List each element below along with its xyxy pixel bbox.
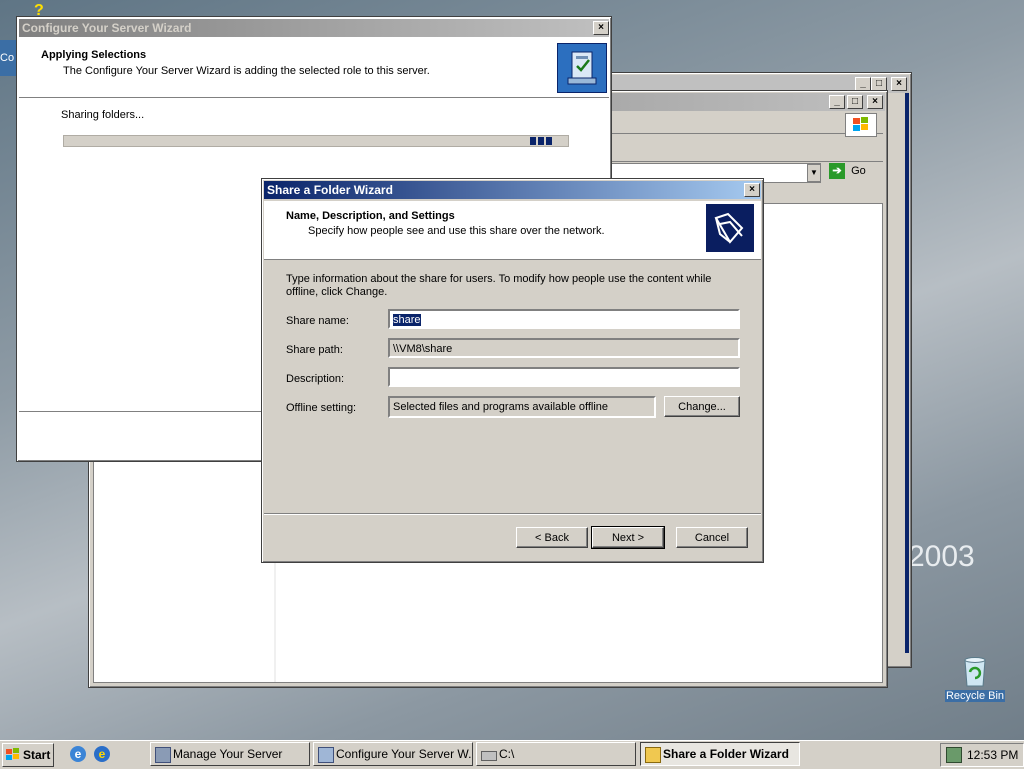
go-label: Go [851, 165, 866, 177]
address-dropdown-icon[interactable]: ▼ [807, 164, 821, 182]
start-button[interactable]: Start [2, 743, 54, 767]
taskbar-item-label: C:\ [499, 747, 515, 761]
share-name-value: share [393, 314, 421, 326]
share-wizard-subheading: Specify how people see and use this shar… [308, 225, 605, 237]
quick-launch-ie-icon[interactable]: e [70, 746, 86, 762]
back-button[interactable]: < Back [516, 527, 588, 548]
go-button[interactable]: ➔ Go [829, 163, 869, 181]
desktop-icon-fragment-label: Co [0, 52, 15, 64]
explorer-back-blue-panel [905, 93, 909, 653]
offline-setting-field: Selected files and programs available of… [388, 396, 656, 418]
share-wizard-title: Share a Folder Wizard [267, 183, 393, 197]
close-icon[interactable]: × [593, 21, 609, 35]
close-icon[interactable]: × [891, 77, 907, 91]
configure-wizard-header: Applying Selections The Configure Your S… [19, 39, 609, 98]
folder-share-icon [645, 747, 661, 763]
start-label: Start [23, 748, 51, 762]
configure-wizard-titlebar[interactable]: Configure Your Server Wizard [19, 19, 609, 37]
go-arrow-icon: ➔ [829, 163, 845, 179]
server-icon [155, 747, 171, 763]
description-input[interactable] [388, 367, 740, 387]
taskbar-item-share-wizard[interactable]: Share a Folder Wizard [640, 742, 800, 766]
offline-setting-label: Offline setting: [286, 402, 357, 414]
desktop-watermark: 2003 [908, 540, 975, 573]
close-icon[interactable]: × [867, 95, 883, 109]
share-wizard-window[interactable]: Share a Folder Wizard × Name, Descriptio… [261, 178, 764, 563]
taskbar-item-label: Configure Your Server W... [336, 747, 473, 761]
configure-wizard-title: Configure Your Server Wizard [22, 21, 192, 35]
change-button[interactable]: Change... [664, 396, 740, 417]
description-label: Description: [286, 373, 345, 385]
network-icon[interactable] [946, 747, 962, 763]
drive-icon [481, 751, 497, 761]
cancel-button[interactable]: Cancel [676, 527, 748, 548]
share-wizard-titlebar[interactable]: Share a Folder Wizard [264, 181, 761, 199]
share-path-field: \\VM8\share [388, 338, 740, 358]
recycle-bin[interactable]: Recycle Bin [944, 656, 1006, 710]
share-wizard-header: Name, Description, and Settings Specify … [264, 201, 761, 260]
minimize-icon[interactable]: _ [855, 77, 871, 91]
share-wizard-heading: Name, Description, and Settings [286, 210, 455, 222]
share-name-label: Share name: [286, 315, 349, 327]
configure-wizard-status: Sharing folders... [61, 109, 145, 121]
windows-start-icon [6, 747, 19, 760]
configure-wizard-heading: Applying Selections [41, 49, 147, 61]
wizard-icon [318, 747, 334, 763]
taskbar-item-manage-server[interactable]: Manage Your Server [150, 742, 310, 766]
clock: 12:53 PM [967, 748, 1019, 762]
close-icon[interactable]: × [744, 183, 760, 197]
share-path-label: Share path: [286, 344, 343, 356]
quick-launch-ie2-icon[interactable]: e [94, 746, 110, 762]
share-name-input[interactable]: share [388, 309, 740, 329]
configure-wizard-subheading: The Configure Your Server Wizard is addi… [63, 65, 430, 77]
system-tray: 12:53 PM [940, 743, 1024, 767]
taskbar-item-drive-c[interactable]: C:\ [476, 742, 636, 766]
windows-logo-icon [845, 113, 877, 137]
recycle-bin-icon [964, 657, 986, 687]
share-wizard-separator [264, 513, 761, 515]
share-wizard-intro: Type information about the share for use… [286, 273, 712, 298]
progress-marquee [530, 137, 552, 145]
taskbar-item-label: Manage Your Server [173, 747, 283, 761]
maximize-icon[interactable]: □ [871, 77, 887, 91]
next-button[interactable]: Next > [591, 526, 665, 549]
taskbar-item-configure-wizard[interactable]: Configure Your Server W... [313, 742, 473, 766]
configure-wizard-progress [63, 135, 569, 147]
maximize-icon[interactable]: □ [847, 95, 863, 109]
minimize-icon[interactable]: _ [829, 95, 845, 109]
server-wizard-icon [557, 43, 607, 93]
taskbar-item-label: Share a Folder Wizard [663, 747, 789, 761]
recycle-bin-label: Recycle Bin [944, 690, 1006, 702]
share-folder-icon [706, 204, 754, 252]
